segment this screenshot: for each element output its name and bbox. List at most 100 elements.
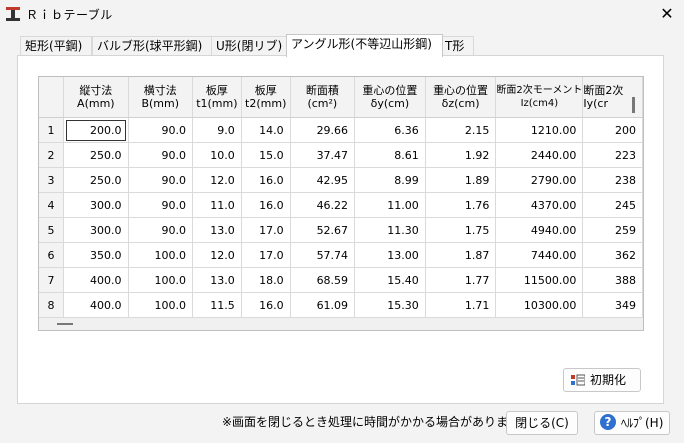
table-cell[interactable]: 11.00 bbox=[354, 192, 426, 218]
table-cell[interactable]: 238 bbox=[582, 167, 643, 193]
table-cell[interactable]: 100.0 bbox=[128, 292, 193, 318]
col-header-dz[interactable]: 重心の位置 δz(cm) bbox=[425, 77, 497, 118]
data-grid[interactable]: 縦寸法 A(mm) 横寸法 B(mm) 板厚 t1(mm) 板厚 t2(mm) 断面積(… bbox=[38, 76, 644, 331]
table-cell[interactable]: 250.0 bbox=[63, 167, 129, 193]
table-cell[interactable]: 17.0 bbox=[241, 217, 291, 243]
table-cell[interactable]: 245 bbox=[582, 192, 643, 218]
table-cell[interactable]: 223 bbox=[582, 142, 643, 168]
table-cell[interactable]: 4940.00 bbox=[495, 217, 584, 243]
table-cell[interactable]: 42.95 bbox=[290, 167, 356, 193]
table-cell[interactable]: 13.00 bbox=[354, 242, 426, 268]
table-cell[interactable]: 18.0 bbox=[241, 267, 291, 293]
table-cell[interactable]: 16.0 bbox=[241, 167, 291, 193]
table-cell[interactable]: 1.71 bbox=[425, 292, 497, 318]
table-cell[interactable]: 12.0 bbox=[192, 242, 242, 268]
row-header[interactable]: 1 bbox=[39, 117, 65, 143]
table-cell[interactable]: 13.0 bbox=[192, 267, 242, 293]
col-header-b[interactable]: 横寸法 B(mm) bbox=[128, 77, 193, 118]
table-cell[interactable]: 1.76 bbox=[425, 192, 497, 218]
row-header[interactable]: 2 bbox=[39, 142, 65, 168]
row-header[interactable]: 7 bbox=[39, 267, 65, 293]
help-button[interactable]: ? ﾍﾙﾌﾟ(H) bbox=[594, 411, 670, 435]
table-cell[interactable]: 16.0 bbox=[241, 192, 291, 218]
table-cell[interactable]: 11500.00 bbox=[495, 267, 584, 293]
table-cell[interactable]: 8.99 bbox=[354, 167, 426, 193]
table-cell[interactable]: 68.59 bbox=[290, 267, 356, 293]
table-cell[interactable]: 11.5 bbox=[192, 292, 242, 318]
col-header-dy[interactable]: 重心の位置 δy(cm) bbox=[354, 77, 426, 118]
table-cell[interactable]: 400.0 bbox=[63, 267, 129, 293]
table-cell[interactable]: 90.0 bbox=[128, 167, 193, 193]
table-cell[interactable]: 9.0 bbox=[192, 117, 242, 143]
table-cell[interactable]: 29.66 bbox=[290, 117, 356, 143]
table-cell[interactable]: 15.0 bbox=[241, 142, 291, 168]
table-cell[interactable]: 37.47 bbox=[290, 142, 356, 168]
table-cell[interactable]: 15.40 bbox=[354, 267, 426, 293]
table-cell[interactable]: 200 bbox=[582, 117, 643, 143]
table-cell[interactable]: 14.0 bbox=[241, 117, 291, 143]
table-cell[interactable]: 349 bbox=[582, 292, 643, 318]
row-header[interactable]: 3 bbox=[39, 167, 65, 193]
table-cell[interactable]: 4370.00 bbox=[495, 192, 584, 218]
close-button[interactable]: 閉じる(C) bbox=[506, 411, 578, 435]
table-cell[interactable]: 1.89 bbox=[425, 167, 497, 193]
col-header-iz[interactable]: 断面2次モーメント Iz(cm4) bbox=[495, 77, 584, 118]
row-header[interactable]: 8 bbox=[39, 292, 65, 318]
table-cell[interactable]: 11.0 bbox=[192, 192, 242, 218]
table-cell[interactable]: 90.0 bbox=[128, 117, 193, 143]
table-cell[interactable]: 90.0 bbox=[128, 217, 193, 243]
tab-angle[interactable]: アングル形(不等辺山形鋼) bbox=[286, 34, 443, 57]
col-header-a[interactable]: 縦寸法 A(mm) bbox=[63, 77, 129, 118]
close-icon[interactable]: ✕ bbox=[652, 2, 682, 26]
table-cell[interactable]: 57.74 bbox=[290, 242, 356, 268]
table-cell[interactable]: 52.67 bbox=[290, 217, 356, 243]
table-cell[interactable]: 100.0 bbox=[128, 267, 193, 293]
table-cell[interactable]: 61.09 bbox=[290, 292, 356, 318]
table-cell[interactable]: 6.36 bbox=[354, 117, 426, 143]
table-cell[interactable]: 259 bbox=[582, 217, 643, 243]
table-cell[interactable]: 11.30 bbox=[354, 217, 426, 243]
table-cell[interactable]: 1.87 bbox=[425, 242, 497, 268]
col-header-area[interactable]: 断面積 (cm²) bbox=[290, 77, 356, 118]
table-cell[interactable]: 2.15 bbox=[425, 117, 497, 143]
tab-rectangle[interactable]: 矩形(平鋼) bbox=[20, 36, 92, 56]
table-cell[interactable]: 90.0 bbox=[128, 192, 193, 218]
table-cell[interactable]: 350.0 bbox=[63, 242, 129, 268]
table-cell[interactable]: 300.0 bbox=[63, 217, 129, 243]
table-cell[interactable]: 300.0 bbox=[63, 192, 129, 218]
table-cell[interactable]: 1.75 bbox=[425, 217, 497, 243]
table-cell[interactable]: 90.0 bbox=[128, 142, 193, 168]
tab-t-shape[interactable]: T形 bbox=[440, 36, 474, 56]
table-cell[interactable]: 8.61 bbox=[354, 142, 426, 168]
table-cell[interactable]: 7440.00 bbox=[495, 242, 584, 268]
col-header-t1[interactable]: 板厚 t1(mm) bbox=[192, 77, 242, 118]
scrollbar-vertical[interactable] bbox=[632, 97, 635, 113]
table-cell[interactable]: 17.0 bbox=[241, 242, 291, 268]
row-header[interactable]: 4 bbox=[39, 192, 65, 218]
table-cell[interactable]: 10.0 bbox=[192, 142, 242, 168]
col-header-t2[interactable]: 板厚 t2(mm) bbox=[241, 77, 291, 118]
scrollbar-horizontal[interactable] bbox=[57, 323, 73, 325]
table-cell[interactable]: 1.77 bbox=[425, 267, 497, 293]
table-cell[interactable]: 1.92 bbox=[425, 142, 497, 168]
table-cell[interactable]: 15.30 bbox=[354, 292, 426, 318]
table-cell[interactable]: 200.0 bbox=[63, 117, 129, 143]
table-cell[interactable]: 2440.00 bbox=[495, 142, 584, 168]
table-cell[interactable]: 13.0 bbox=[192, 217, 242, 243]
table-cell[interactable]: 12.0 bbox=[192, 167, 242, 193]
table-cell[interactable]: 46.22 bbox=[290, 192, 356, 218]
row-header[interactable]: 6 bbox=[39, 242, 65, 268]
tab-bulb[interactable]: バルブ形(球平形鋼) bbox=[92, 36, 214, 56]
table-cell[interactable]: 16.0 bbox=[241, 292, 291, 318]
table-cell[interactable]: 362 bbox=[582, 242, 643, 268]
table-cell[interactable]: 250.0 bbox=[63, 142, 129, 168]
table-cell[interactable]: 100.0 bbox=[128, 242, 193, 268]
table-cell[interactable]: 400.0 bbox=[63, 292, 129, 318]
tab-u-shape[interactable]: U形(閉リブ) bbox=[211, 36, 289, 56]
table-cell[interactable]: 2790.00 bbox=[495, 167, 584, 193]
reset-button[interactable]: 初期化 bbox=[563, 368, 641, 392]
table-cell[interactable]: 1210.00 bbox=[495, 117, 584, 143]
table-cell[interactable]: 10300.00 bbox=[495, 292, 584, 318]
table-cell[interactable]: 388 bbox=[582, 267, 643, 293]
row-header[interactable]: 5 bbox=[39, 217, 65, 243]
